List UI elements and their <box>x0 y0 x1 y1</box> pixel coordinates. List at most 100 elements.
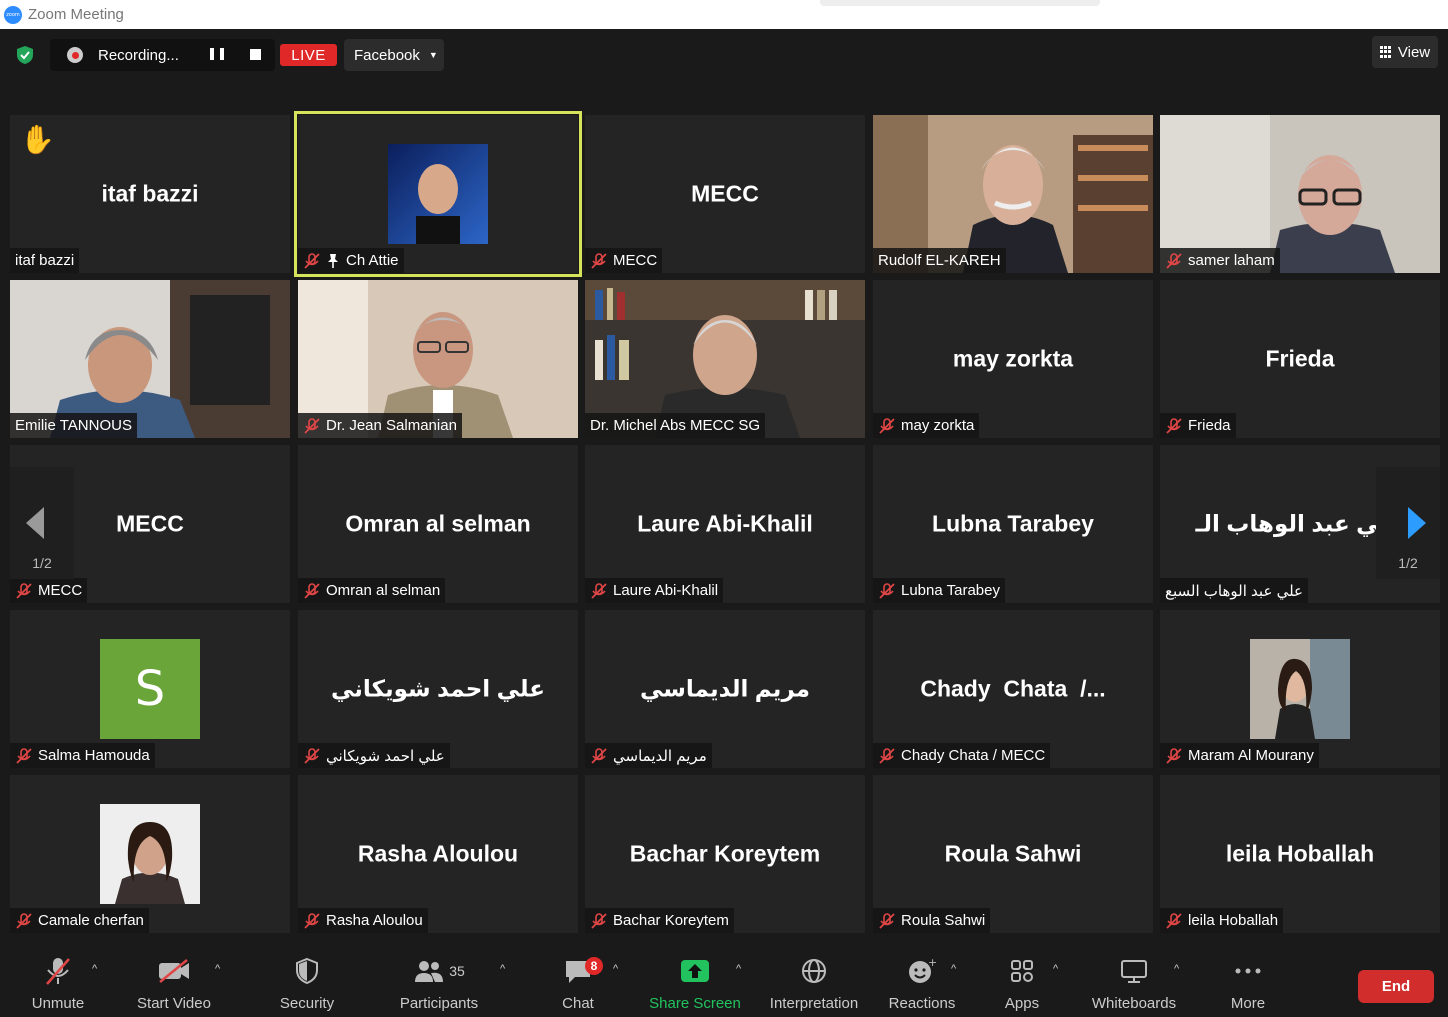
more-dots-icon <box>1235 968 1261 974</box>
whiteboard-icon <box>1121 960 1147 983</box>
security-button[interactable]: Security <box>277 953 337 1017</box>
pin-icon <box>328 253 338 268</box>
muted-mic-icon <box>879 747 895 764</box>
video-tile[interactable]: may zorkta may zorkta <box>873 280 1153 438</box>
video-tile[interactable]: Camale cherfan <box>10 775 290 933</box>
window-titlebar: zoom Zoom Meeting <box>0 0 1448 29</box>
meeting-topbar: Recording... LIVE Facebook ▼ View <box>0 29 1448 109</box>
muted-mic-icon <box>16 582 32 599</box>
video-tile[interactable]: Bachar Koreytem Bachar Koreytem <box>585 775 865 933</box>
muted-mic-icon <box>304 582 320 599</box>
video-tile[interactable]: leila Hoballah leila Hoballah <box>1160 775 1440 933</box>
whiteboards-options-chevron-icon[interactable]: ^ <box>1174 963 1179 975</box>
smiley-add-icon: + <box>909 957 937 983</box>
muted-mic-icon <box>879 582 895 599</box>
grid-icon <box>1379 46 1392 58</box>
pause-recording-button[interactable] <box>210 48 224 62</box>
view-label: View <box>1397 43 1431 61</box>
arrow-left-icon <box>26 507 44 539</box>
video-tile[interactable]: MECC MECC <box>585 115 865 273</box>
share-options-chevron-icon[interactable]: ^ <box>736 963 741 975</box>
video-tile[interactable]: S Salma Hamouda <box>10 610 290 768</box>
chat-button[interactable]: 8 Chat <box>560 953 603 1017</box>
video-tile[interactable]: Rudolf EL-KAREH <box>873 115 1153 273</box>
stop-recording-button[interactable] <box>250 49 261 60</box>
participant-name: Roula Sahwi <box>873 908 991 933</box>
titlebar-decoration <box>820 0 1100 6</box>
muted-mic-icon <box>591 912 607 929</box>
video-tile[interactable]: Roula Sahwi Roula Sahwi <box>873 775 1153 933</box>
chat-unread-badge: 8 <box>585 957 603 975</box>
participant-name: Emilie TANNOUS <box>10 413 137 438</box>
caret-down-icon: ▼ <box>428 50 438 60</box>
participant-name: مريم الديماسي <box>585 743 712 768</box>
audio-options-chevron-icon[interactable]: ^ <box>92 963 97 975</box>
video-tile[interactable]: Dr. Michel Abs MECC SG <box>585 280 865 438</box>
video-tile[interactable]: ✋ itaf bazzi itaf bazzi <box>10 115 290 273</box>
previous-page-button[interactable]: 1/2 <box>10 467 74 579</box>
video-tile-active-speaker[interactable]: Ch Attie <box>294 111 582 277</box>
globe-icon <box>802 959 826 983</box>
tile-center-name: may zorkta <box>952 345 1074 372</box>
participants-count: 35 <box>449 963 465 979</box>
video-tile[interactable]: Chady Chata /... Chady Chata / MECC <box>873 610 1153 768</box>
reactions-options-chevron-icon[interactable]: ^ <box>951 963 956 975</box>
tile-center-name: Chady Chata /... <box>920 675 1106 702</box>
video-tile[interactable]: samer laham <box>1160 115 1440 273</box>
video-tile[interactable]: Laure Abi-Khalil Laure Abi-Khalil <box>585 445 865 603</box>
muted-mic-icon <box>304 252 320 269</box>
share-screen-button[interactable]: Share Screen <box>649 953 741 1017</box>
participant-name: MECC <box>10 578 88 603</box>
start-video-button[interactable]: Start Video <box>134 953 214 1017</box>
participant-name: علي احمد شويكاني <box>298 743 450 768</box>
page-indicator: 1/2 <box>1398 555 1418 571</box>
view-button[interactable]: View <box>1372 36 1438 68</box>
reactions-button[interactable]: + Reactions <box>888 953 956 1017</box>
profile-photo <box>388 144 488 244</box>
video-tile[interactable]: مريم الديماسي مريم الديماسي <box>585 610 865 768</box>
video-tile[interactable]: Frieda Frieda <box>1160 280 1440 438</box>
interpretation-button[interactable]: Interpretation <box>765 953 863 1017</box>
arrow-right-icon <box>1408 507 1426 539</box>
video-tile[interactable]: Omran al selman Omran al selman <box>298 445 578 603</box>
apps-options-chevron-icon[interactable]: ^ <box>1053 963 1058 975</box>
participant-name: Omran al selman <box>298 578 446 603</box>
video-tile[interactable]: علي احمد شويكاني علي احمد شويكاني <box>298 610 578 768</box>
end-meeting-button[interactable]: End <box>1358 970 1434 1003</box>
participant-name: Maram Al Mourany <box>1160 743 1319 768</box>
apps-button[interactable]: Apps <box>1000 953 1044 1017</box>
participant-name: Salma Hamouda <box>10 743 155 768</box>
video-tile[interactable]: Rasha Aloulou Rasha Aloulou <box>298 775 578 933</box>
recording-indicator: Recording... <box>50 39 275 71</box>
video-tile[interactable]: Maram Al Mourany <box>1160 610 1440 768</box>
raised-hand-icon: ✋ <box>20 124 55 155</box>
video-off-icon <box>159 959 189 983</box>
profile-photo <box>100 804 200 904</box>
whiteboards-button[interactable]: Whiteboards <box>1088 953 1180 1017</box>
video-tile[interactable]: Lubna Tarabey Lubna Tarabey <box>873 445 1153 603</box>
unmute-button[interactable]: Unmute <box>28 953 88 1017</box>
tile-center-name: Laure Abi-Khalil <box>637 510 813 537</box>
chat-options-chevron-icon[interactable]: ^ <box>613 963 618 975</box>
tile-center-name: علي احمد شويكاني <box>331 675 545 702</box>
meeting-controls-toolbar: Unmute ^ Start Video ^ Security 35 Parti… <box>0 945 1448 1017</box>
participants-options-chevron-icon[interactable]: ^ <box>500 963 505 975</box>
tile-center-name: Lubna Tarabey <box>932 510 1094 537</box>
share-screen-icon <box>681 960 709 982</box>
more-button[interactable]: More <box>1226 953 1270 1017</box>
stream-target-dropdown[interactable]: Facebook ▼ <box>344 39 444 71</box>
encryption-shield-icon[interactable] <box>16 45 34 65</box>
video-tile[interactable]: Dr. Jean Salmanian <box>298 280 578 438</box>
participants-button[interactable]: 35 Participants <box>398 953 480 1017</box>
recording-label: Recording... <box>98 46 179 64</box>
muted-mic-icon <box>879 912 895 929</box>
muted-mic-icon <box>304 417 320 434</box>
next-page-button[interactable]: 1/2 <box>1376 467 1440 579</box>
video-options-chevron-icon[interactable]: ^ <box>215 963 220 975</box>
tile-center-name: leila Hoballah <box>1225 840 1375 867</box>
tile-center-name: Frieda <box>1265 345 1335 372</box>
shield-icon <box>296 957 318 985</box>
page-indicator: 1/2 <box>32 555 52 571</box>
video-tile[interactable]: Emilie TANNOUS <box>10 280 290 438</box>
muted-mic-icon <box>16 747 32 764</box>
